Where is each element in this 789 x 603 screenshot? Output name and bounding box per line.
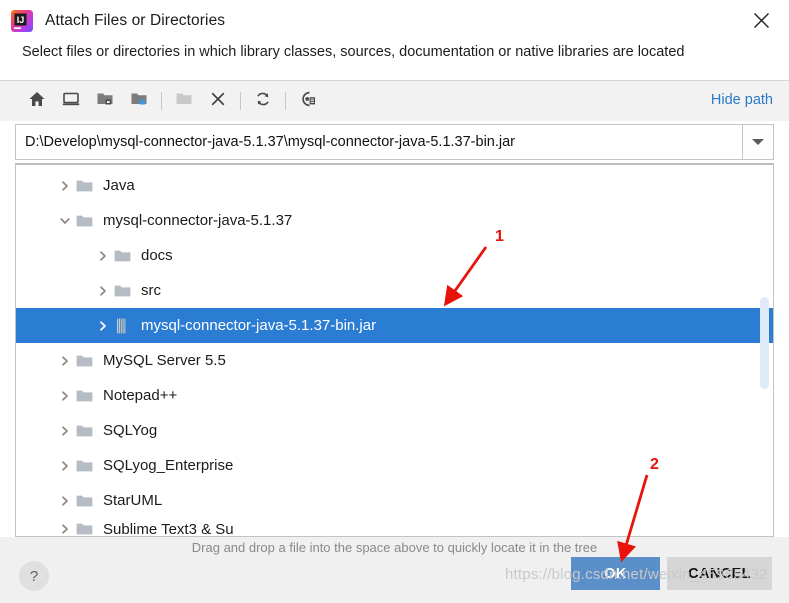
chevron-right-icon[interactable] <box>54 378 76 413</box>
tree-row[interactable]: Java <box>16 168 773 203</box>
refresh-icon <box>254 90 272 113</box>
window-title: Attach Files or Directories <box>45 11 226 29</box>
tree-row[interactable]: src <box>16 273 773 308</box>
tree-node-label: Sublime Text3 & Su <box>103 520 234 537</box>
tree-node-label: mysql-connector-java-5.1.37 <box>103 212 293 229</box>
show-hidden-icon <box>299 90 317 113</box>
module-directory-button[interactable] <box>122 84 156 118</box>
project-directory-button[interactable] <box>88 84 122 118</box>
module-folder-icon <box>130 90 148 113</box>
tree-node-label: src <box>141 282 161 299</box>
new-folder-icon <box>175 90 193 113</box>
file-tree-panel: Java mysql-connector-java-5.1.37 docs src my… <box>15 163 774 537</box>
close-window-button[interactable] <box>733 0 789 41</box>
tree-row[interactable]: SQLyog_Enterprise <box>16 448 773 483</box>
folder-icon <box>114 238 134 273</box>
show-hidden-files-button[interactable] <box>291 84 325 118</box>
tree-row[interactable]: Sublime Text3 & Su <box>16 518 773 537</box>
tree-node-label: MySQL Server 5.5 <box>103 352 226 369</box>
folder-icon <box>76 448 96 483</box>
toolbar-divider-3 <box>285 92 286 110</box>
chevron-right-icon[interactable] <box>54 518 76 536</box>
tree-node-label: Java <box>103 177 135 194</box>
tree-row[interactable]: SQLYog <box>16 413 773 448</box>
folder-icon <box>76 378 96 413</box>
attach-files-dialog: IJ Attach Files or Directories Select fi… <box>0 0 789 603</box>
folder-icon <box>76 203 96 238</box>
home-icon <box>28 90 46 113</box>
annotation-label-2: 2 <box>650 456 659 473</box>
tree-node-label: StarUML <box>103 492 163 509</box>
tree-row[interactable]: StarUML <box>16 483 773 518</box>
tree-node-label: SQLYog <box>103 422 158 439</box>
chevron-right-icon[interactable] <box>92 273 114 308</box>
tree-row[interactable]: MySQL Server 5.5 <box>16 343 773 378</box>
chevron-right-icon[interactable] <box>54 343 76 378</box>
drag-drop-hint: Drag and drop a file into the space abov… <box>191 540 598 555</box>
path-dropdown-button[interactable] <box>742 125 773 159</box>
annotation-label-1: 1 <box>495 228 504 245</box>
chevron-down-icon <box>752 139 764 145</box>
tree-row[interactable]: Notepad++ <box>16 378 773 413</box>
tree-row[interactable]: mysql-connector-java-5.1.37 <box>16 203 773 238</box>
folder-icon <box>76 343 96 378</box>
file-tree[interactable]: Java mysql-connector-java-5.1.37 docs src my… <box>16 165 773 537</box>
chevron-right-icon[interactable] <box>92 238 114 273</box>
chevron-right-icon[interactable] <box>54 168 76 203</box>
path-input[interactable]: D:\Develop\mysql-connector-java-5.1.37\m… <box>16 134 742 150</box>
intellij-idea-logo-icon: IJ <box>11 9 33 32</box>
chevron-right-icon[interactable] <box>54 483 76 518</box>
delete-button[interactable] <box>201 84 235 118</box>
chevron-right-icon[interactable] <box>54 413 76 448</box>
tree-node-label: SQLyog_Enterprise <box>103 457 234 474</box>
toolbar-divider-1 <box>161 92 162 110</box>
folder-icon <box>114 273 134 308</box>
svg-text:IJ: IJ <box>17 15 25 25</box>
tree-node-label: docs <box>141 247 173 264</box>
folder-icon <box>76 168 96 203</box>
file-chooser-toolbar: Hide path <box>0 81 789 121</box>
folder-icon <box>76 518 96 536</box>
title-bar: IJ Attach Files or Directories <box>0 0 789 41</box>
tree-node-label: Notepad++ <box>103 387 178 404</box>
path-row: D:\Develop\mysql-connector-java-5.1.37\m… <box>0 121 789 163</box>
scrollbar-thumb[interactable] <box>760 297 769 389</box>
tree-row[interactable]: docs <box>16 238 773 273</box>
folder-icon <box>76 413 96 448</box>
project-folder-icon <box>96 90 114 113</box>
desktop-button[interactable] <box>54 84 88 118</box>
folder-icon <box>76 483 96 518</box>
delete-icon <box>209 90 227 113</box>
home-button[interactable] <box>20 84 54 118</box>
desktop-icon <box>62 90 80 113</box>
dialog-description: Select files or directories in which lib… <box>22 44 685 60</box>
cancel-button[interactable]: CANCEL <box>667 557 772 590</box>
chevron-down-icon[interactable] <box>54 203 76 238</box>
help-button[interactable]: ? <box>19 561 49 591</box>
hide-path-link[interactable]: Hide path <box>711 92 773 108</box>
chevron-right-icon[interactable] <box>54 448 76 483</box>
ok-button[interactable]: OK <box>571 557 660 590</box>
tree-node-label: mysql-connector-java-5.1.37-bin.jar <box>141 317 377 334</box>
chevron-right-icon[interactable] <box>92 308 114 343</box>
new-folder-button[interactable] <box>167 84 201 118</box>
refresh-button[interactable] <box>246 84 280 118</box>
tree-row[interactable]: mysql-connector-java-5.1.37-bin.jar <box>16 308 773 343</box>
toolbar-divider-2 <box>240 92 241 110</box>
path-combobox[interactable]: D:\Develop\mysql-connector-java-5.1.37\m… <box>15 124 774 160</box>
jar-file-icon <box>114 308 134 343</box>
